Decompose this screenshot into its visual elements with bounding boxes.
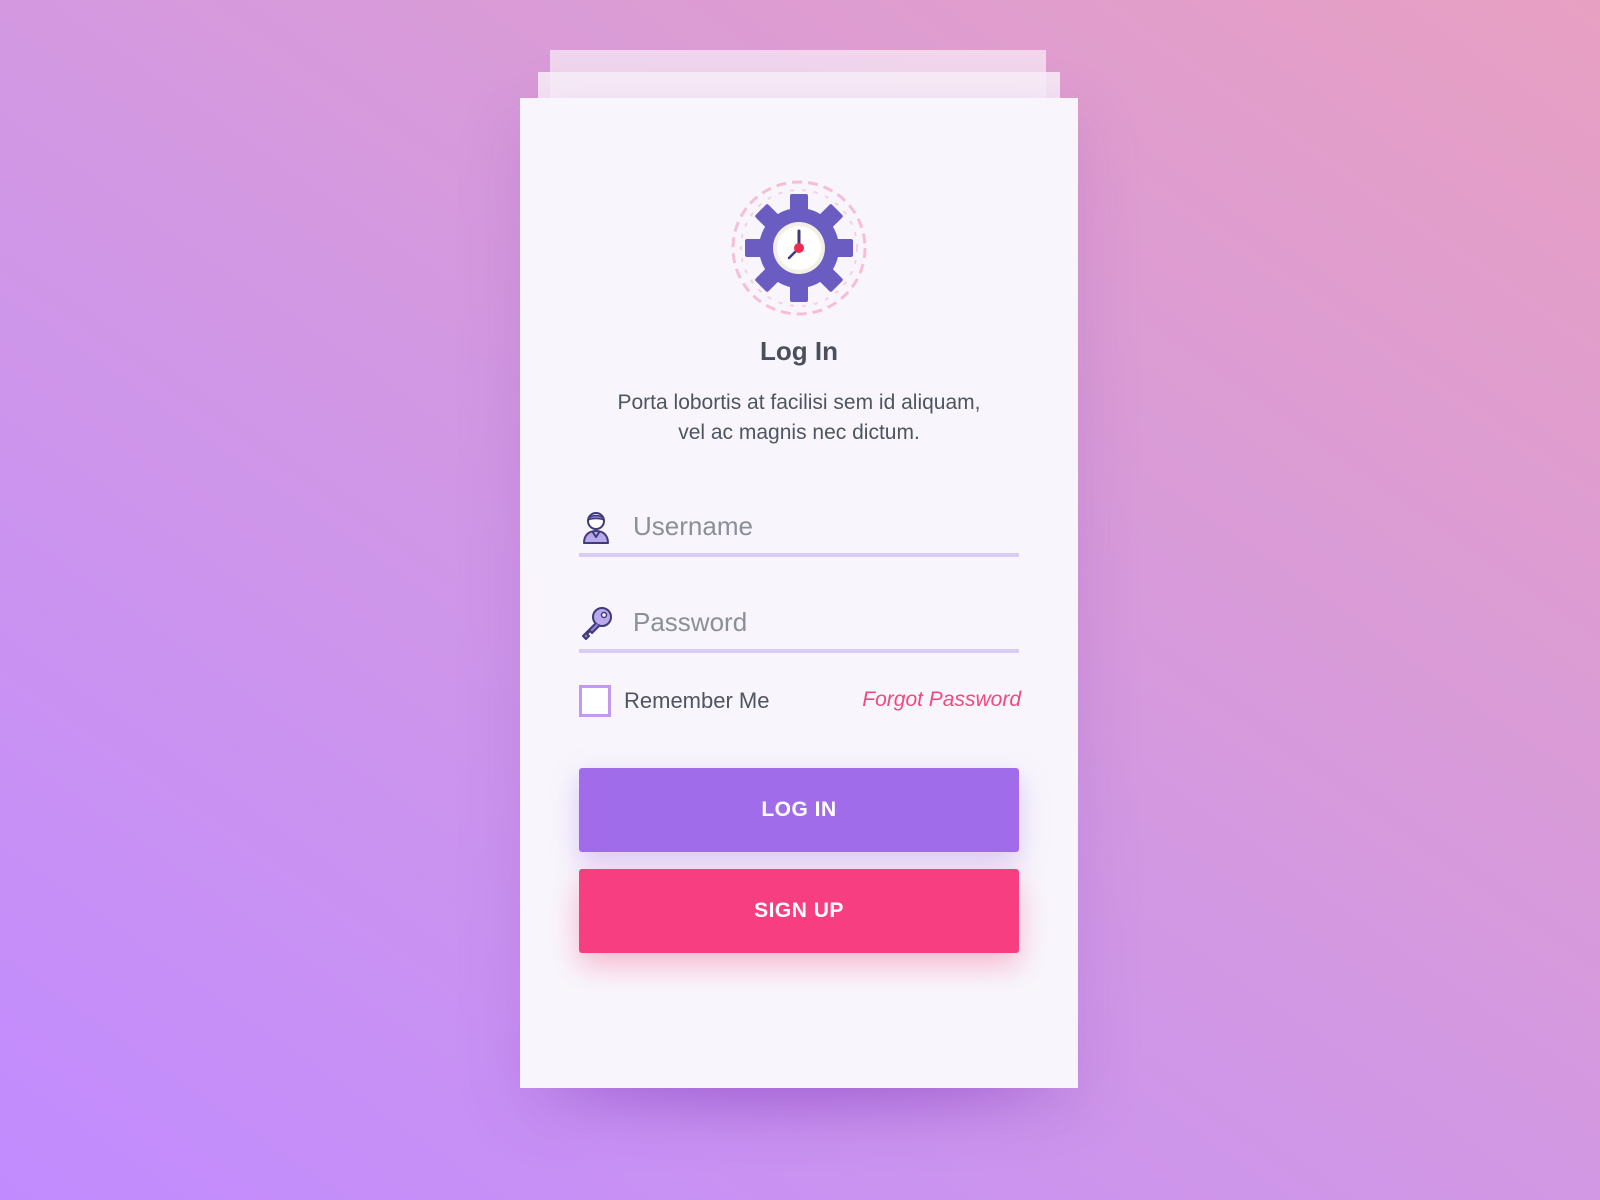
user-icon: [583, 512, 609, 544]
key-icon: [582, 607, 612, 640]
gear-clock-icon: [731, 180, 867, 316]
password-input[interactable]: [633, 597, 1013, 647]
forgot-password-link[interactable]: Forgot Password: [862, 688, 1021, 712]
remember-me-label[interactable]: Remember Me: [624, 688, 769, 714]
remember-me-row: Remember Me: [579, 684, 769, 718]
login-card: Log In Porta lobortis at facilisi sem id…: [520, 98, 1078, 1088]
remember-me-checkbox[interactable]: [579, 685, 611, 717]
password-field: [579, 597, 1019, 653]
description-line-1: Porta lobortis at facilisi sem id aliqua…: [617, 391, 981, 414]
signup-button[interactable]: SIGN UP: [579, 869, 1019, 953]
page-title: Log In: [760, 336, 838, 366]
description: Porta lobortis at facilisi sem id aliqua…: [520, 388, 1078, 448]
username-field: [579, 501, 1019, 557]
description-line-2: vel ac magnis nec dictum.: [678, 421, 920, 444]
username-input[interactable]: [633, 501, 1013, 551]
login-button[interactable]: LOG IN: [579, 768, 1019, 852]
